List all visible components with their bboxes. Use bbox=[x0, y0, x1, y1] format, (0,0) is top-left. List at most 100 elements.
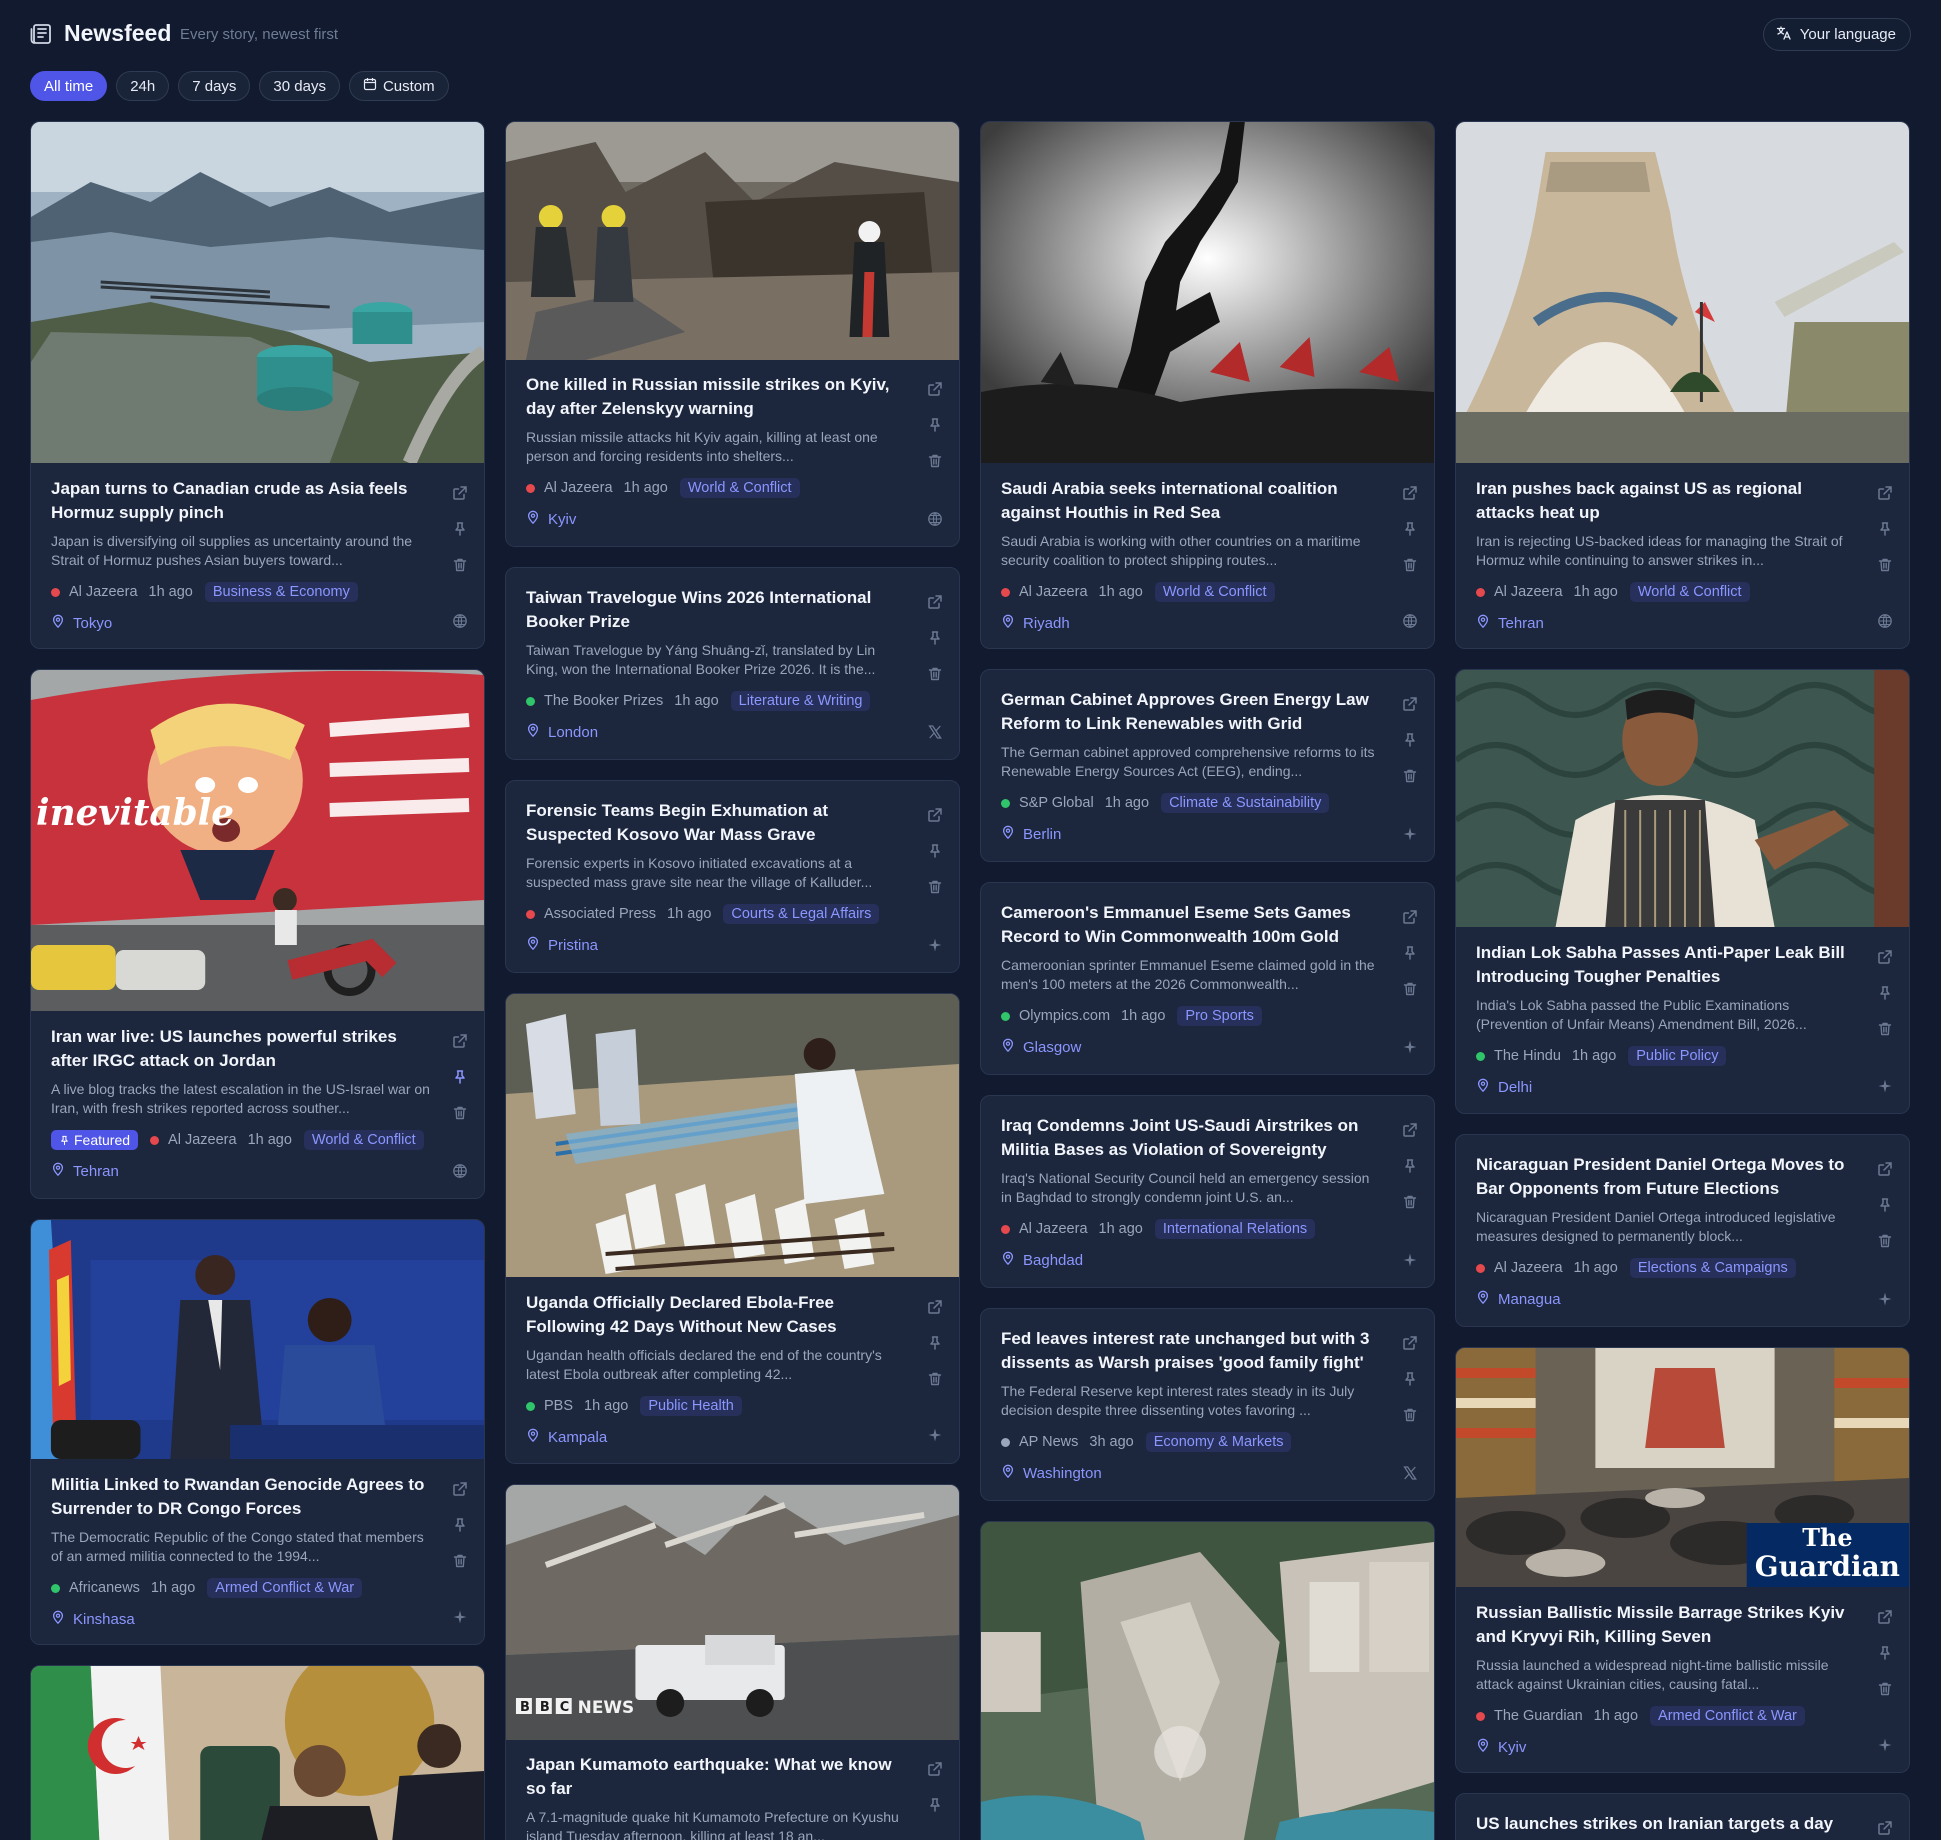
trash-icon[interactable] bbox=[452, 1105, 468, 1121]
card-title[interactable]: Taiwan Travelogue Wins 2026 Internationa… bbox=[526, 586, 901, 634]
filter-30-days[interactable]: 30 days bbox=[259, 71, 340, 101]
external-link-icon[interactable] bbox=[927, 1761, 943, 1777]
card-title[interactable]: Japan turns to Canadian crude as Asia fe… bbox=[51, 477, 426, 525]
card-location[interactable]: Berlin bbox=[1023, 826, 1061, 843]
filter-24h[interactable]: 24h bbox=[116, 71, 170, 101]
category-badge[interactable]: World & Conflict bbox=[1629, 582, 1750, 602]
pin-icon[interactable] bbox=[1402, 1371, 1418, 1387]
card-title[interactable]: Nicaraguan President Daniel Ortega Moves… bbox=[1476, 1153, 1851, 1201]
card-location[interactable]: Pristina bbox=[548, 937, 598, 954]
card-location[interactable]: Washington bbox=[1023, 1465, 1102, 1482]
external-link-icon[interactable] bbox=[927, 594, 943, 610]
external-link-icon[interactable] bbox=[1402, 1122, 1418, 1138]
news-card[interactable]: Forensic Teams Begin Exhumation at Suspe… bbox=[505, 780, 960, 973]
pin-icon[interactable] bbox=[927, 630, 943, 646]
pin-icon[interactable] bbox=[927, 1335, 943, 1351]
pin-icon[interactable] bbox=[1877, 985, 1893, 1001]
news-card[interactable] bbox=[30, 1665, 485, 1840]
news-card[interactable]: Saudi Arabia seeks international coaliti… bbox=[980, 121, 1435, 649]
news-card[interactable]: Uganda Officially Declared Ebola-Free Fo… bbox=[505, 993, 960, 1464]
external-link-icon[interactable] bbox=[1877, 949, 1893, 965]
card-title[interactable]: One killed in Russian missile strikes on… bbox=[526, 373, 901, 421]
language-button[interactable]: Your language bbox=[1762, 18, 1911, 51]
card-title[interactable]: Cameroon's Emmanuel Eseme Sets Games Rec… bbox=[1001, 901, 1376, 949]
trash-icon[interactable] bbox=[1402, 981, 1418, 997]
card-title[interactable]: German Cabinet Approves Green Energy Law… bbox=[1001, 688, 1376, 736]
external-link-icon[interactable] bbox=[1877, 1161, 1893, 1177]
trash-icon[interactable] bbox=[1877, 1681, 1893, 1697]
category-badge[interactable]: World & Conflict bbox=[303, 1130, 424, 1150]
card-location[interactable]: Delhi bbox=[1498, 1079, 1532, 1096]
category-badge[interactable]: World & Conflict bbox=[679, 478, 800, 498]
news-card[interactable]: German Cabinet Approves Green Energy Law… bbox=[980, 669, 1435, 862]
category-badge[interactable]: World & Conflict bbox=[1154, 582, 1275, 602]
category-badge[interactable]: Public Policy bbox=[1628, 1046, 1727, 1066]
pin-icon[interactable] bbox=[452, 1517, 468, 1533]
category-badge[interactable]: Climate & Sustainability bbox=[1161, 793, 1330, 813]
card-title[interactable]: Saudi Arabia seeks international coaliti… bbox=[1001, 477, 1376, 525]
card-title[interactable]: Russian Ballistic Missile Barrage Strike… bbox=[1476, 1601, 1851, 1649]
pin-icon[interactable] bbox=[927, 843, 943, 859]
news-card[interactable]: Indian Lok Sabha Passes Anti-Paper Leak … bbox=[1455, 669, 1910, 1114]
filter-7-days[interactable]: 7 days bbox=[178, 71, 251, 101]
pin-icon[interactable] bbox=[1402, 1158, 1418, 1174]
pin-icon[interactable] bbox=[1402, 521, 1418, 537]
external-link-icon[interactable] bbox=[1402, 485, 1418, 501]
external-link-icon[interactable] bbox=[1877, 485, 1893, 501]
card-title[interactable]: Forensic Teams Begin Exhumation at Suspe… bbox=[526, 799, 901, 847]
news-card[interactable]: Iran pushes back against US as regional … bbox=[1455, 121, 1910, 649]
card-title[interactable]: Militia Linked to Rwandan Genocide Agree… bbox=[51, 1473, 426, 1521]
external-link-icon[interactable] bbox=[927, 1299, 943, 1315]
card-location[interactable]: Baghdad bbox=[1023, 1252, 1083, 1269]
category-badge[interactable]: Business & Economy bbox=[204, 582, 358, 602]
trash-icon[interactable] bbox=[1402, 1194, 1418, 1210]
card-location[interactable]: Riyadh bbox=[1023, 615, 1070, 632]
category-badge[interactable]: Armed Conflict & War bbox=[1650, 1706, 1805, 1726]
filter-custom[interactable]: Custom bbox=[348, 71, 449, 101]
card-title[interactable]: Uganda Officially Declared Ebola-Free Fo… bbox=[526, 1291, 901, 1339]
card-location[interactable]: Tehran bbox=[1498, 615, 1544, 632]
news-card[interactable]: Fed leaves interest rate unchanged but w… bbox=[980, 1308, 1435, 1501]
card-title[interactable]: Iraq Condemns Joint US-Saudi Airstrikes … bbox=[1001, 1114, 1376, 1162]
external-link-icon[interactable] bbox=[1402, 696, 1418, 712]
trash-icon[interactable] bbox=[927, 453, 943, 469]
card-location[interactable]: Kyiv bbox=[548, 511, 576, 528]
card-title[interactable]: Japan Kumamoto earthquake: What we know … bbox=[526, 1753, 901, 1801]
pin-icon[interactable] bbox=[452, 521, 468, 537]
pin-icon[interactable] bbox=[1402, 732, 1418, 748]
card-location[interactable]: Tehran bbox=[73, 1163, 119, 1180]
trash-icon[interactable] bbox=[1402, 768, 1418, 784]
trash-icon[interactable] bbox=[927, 666, 943, 682]
card-title[interactable]: Iran pushes back against US as regional … bbox=[1476, 477, 1851, 525]
category-badge[interactable]: Courts & Legal Affairs bbox=[723, 904, 880, 924]
trash-icon[interactable] bbox=[1877, 557, 1893, 573]
trash-icon[interactable] bbox=[1402, 557, 1418, 573]
news-card[interactable]: B B C NEWS Japan Kumamoto earthquake: Wh… bbox=[505, 1484, 960, 1840]
trash-icon[interactable] bbox=[1402, 1407, 1418, 1423]
news-card[interactable] bbox=[980, 1521, 1435, 1840]
news-card[interactable]: US launches strikes on Iranian targets a… bbox=[1455, 1793, 1910, 1840]
news-card[interactable]: Taiwan Travelogue Wins 2026 Internationa… bbox=[505, 567, 960, 760]
external-link-icon[interactable] bbox=[927, 381, 943, 397]
external-link-icon[interactable] bbox=[452, 485, 468, 501]
news-card[interactable]: Japan turns to Canadian crude as Asia fe… bbox=[30, 121, 485, 649]
news-card[interactable]: One killed in Russian missile strikes on… bbox=[505, 121, 960, 547]
category-badge[interactable]: Elections & Campaigns bbox=[1629, 1258, 1796, 1278]
external-link-icon[interactable] bbox=[452, 1033, 468, 1049]
pin-icon[interactable] bbox=[1877, 521, 1893, 537]
pin-icon[interactable] bbox=[927, 1797, 943, 1813]
card-location[interactable]: Kampala bbox=[548, 1429, 607, 1446]
card-location[interactable]: Tokyo bbox=[73, 615, 112, 632]
news-card[interactable]: Nicaraguan President Daniel Ortega Moves… bbox=[1455, 1134, 1910, 1327]
category-badge[interactable]: Economy & Markets bbox=[1145, 1432, 1292, 1452]
trash-icon[interactable] bbox=[1877, 1233, 1893, 1249]
card-location[interactable]: London bbox=[548, 724, 598, 741]
card-title[interactable]: US launches strikes on Iranian targets a… bbox=[1476, 1812, 1851, 1836]
news-card[interactable]: inevitable Iran war live: US launches po… bbox=[30, 669, 485, 1199]
trash-icon[interactable] bbox=[927, 879, 943, 895]
card-location[interactable]: Managua bbox=[1498, 1291, 1561, 1308]
category-badge[interactable]: Armed Conflict & War bbox=[207, 1578, 363, 1598]
card-location[interactable]: Kinshasa bbox=[73, 1611, 135, 1628]
pin-icon[interactable] bbox=[452, 1069, 468, 1085]
external-link-icon[interactable] bbox=[452, 1481, 468, 1497]
